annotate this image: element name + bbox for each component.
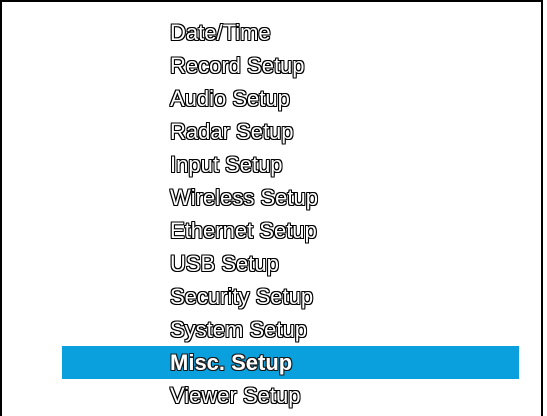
menu-item-ethernet-setup[interactable]: Ethernet Setup [2,214,541,247]
menu-item-audio-setup[interactable]: Audio Setup [2,82,541,115]
setup-menu-panel: Date/Time Record Setup Audio Setup Radar… [0,0,543,416]
menu-item-input-setup[interactable]: Input Setup [2,148,541,181]
menu-item-viewer-setup[interactable]: Viewer Setup [2,379,541,412]
menu-item-radar-setup[interactable]: Radar Setup [2,115,541,148]
setup-menu-list: Date/Time Record Setup Audio Setup Radar… [2,16,541,412]
menu-item-system-setup[interactable]: System Setup [2,313,541,346]
menu-item-wireless-setup[interactable]: Wireless Setup [2,181,541,214]
menu-item-misc-setup[interactable]: Misc. Setup [62,346,519,379]
menu-item-date-time[interactable]: Date/Time [2,16,541,49]
menu-item-security-setup[interactable]: Security Setup [2,280,541,313]
menu-item-usb-setup[interactable]: USB Setup [2,247,541,280]
menu-item-record-setup[interactable]: Record Setup [2,49,541,82]
